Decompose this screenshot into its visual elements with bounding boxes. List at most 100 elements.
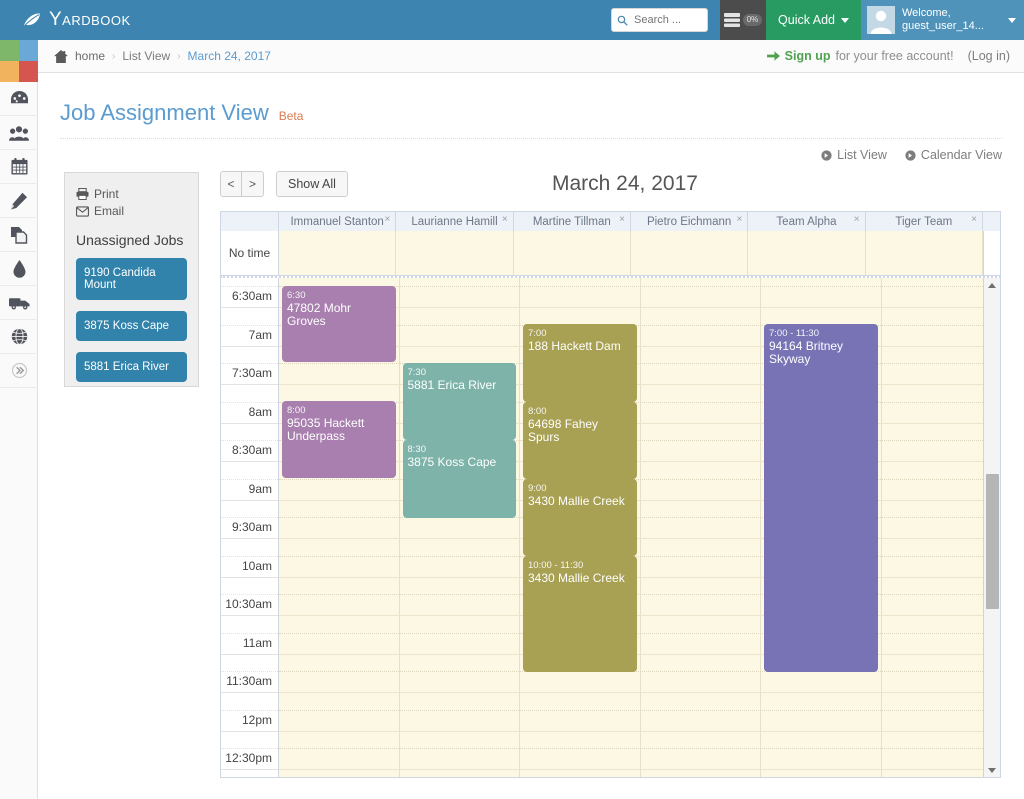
calendar-event[interactable]: 7:00 - 11:30 94164 Britney Skyway: [764, 324, 878, 672]
unassigned-job-item[interactable]: 9190 Candida Mount: [76, 258, 187, 300]
show-all-button[interactable]: Show All: [276, 171, 348, 197]
no-time-cell[interactable]: [865, 231, 983, 275]
no-time-cell[interactable]: [630, 231, 749, 275]
time-gutter: 6:30am 7am 7:30am 8am 8:30am 9am 9:30am 10am 10:…: [221, 278, 279, 777]
scroll-down-button[interactable]: [984, 763, 1000, 777]
calendar-event[interactable]: 8:30 3875 Koss Cape: [402, 440, 516, 518]
metrics-indicator[interactable]: 0%: [720, 0, 767, 40]
calendar-icon: [10, 158, 28, 175]
sidebar-item-irrigation[interactable]: [0, 252, 38, 286]
brand-name: Yardbook: [49, 9, 131, 30]
close-icon[interactable]: ×: [971, 214, 977, 225]
scrollbar-thumb[interactable]: [986, 474, 999, 609]
calendar-event[interactable]: 6:30 47802 Mohr Groves: [282, 286, 396, 362]
top-bar-right-group: 0% Quick Add Welcome, guest_user_14...: [611, 0, 1024, 40]
calendar-column[interactable]: [400, 278, 520, 777]
calendar-event[interactable]: 8:00 64698 Fahey Spurs: [523, 402, 637, 479]
column-header-pietro-eichmann[interactable]: Pietro Eichmann ×: [631, 212, 749, 231]
calendar-event[interactable]: 10:00 - 11:30 3430 Mallie Creek: [523, 556, 637, 672]
no-time-cell[interactable]: [396, 231, 514, 275]
email-action[interactable]: Email: [76, 204, 187, 218]
event-time: 9:00: [528, 483, 547, 494]
no-time-cell[interactable]: [748, 231, 866, 275]
sidebar-item-dashboard[interactable]: [0, 82, 38, 116]
prev-day-button[interactable]: <: [220, 171, 242, 197]
breadcrumb-item-list-view[interactable]: List View: [122, 49, 170, 63]
close-icon[interactable]: ×: [384, 214, 390, 225]
search-box[interactable]: [611, 8, 709, 32]
gridline: [221, 730, 278, 732]
close-icon[interactable]: ×: [619, 214, 625, 225]
page-header: Job Assignment View Beta: [38, 73, 1024, 126]
user-menu[interactable]: Welcome, guest_user_14...: [861, 0, 1024, 40]
no-time-cell[interactable]: [279, 231, 397, 275]
sidebar-item-expand[interactable]: [0, 354, 38, 388]
breadcrumb-home[interactable]: home: [75, 49, 105, 63]
calendar-event[interactable]: 9:00 3430 Mallie Creek: [523, 479, 637, 556]
event-time: 7:30: [407, 367, 427, 378]
calendar-event[interactable]: 8:00 95035 Hackett Underpass: [282, 401, 396, 478]
left-icon-rail: [0, 40, 38, 799]
breadcrumb: home › List View › March 24, 2017: [54, 49, 271, 63]
calendar-column[interactable]: [641, 278, 761, 777]
time-tick: 7am: [248, 327, 272, 342]
brand-logo[interactable]: Yardbook: [22, 9, 131, 31]
event-title: 3875 Koss Cape: [407, 455, 497, 469]
column-header-laurianne-hamill[interactable]: Laurianne Hamill ×: [396, 212, 514, 231]
chevron-down-icon: [1008, 17, 1016, 23]
welcome-greeting: Welcome,: [902, 7, 951, 19]
scroll-up-button[interactable]: [984, 278, 1000, 292]
breadcrumb-item-current[interactable]: March 24, 2017: [188, 49, 271, 63]
unassigned-job-item[interactable]: 5881 Erica River: [76, 352, 187, 382]
sidebar-item-web[interactable]: [0, 320, 38, 354]
time-tick: 8:30am: [231, 443, 272, 457]
sidebar-item-customers[interactable]: [0, 116, 38, 150]
print-action[interactable]: Print: [76, 187, 187, 201]
column-header-team-alpha[interactable]: Team Alpha ×: [748, 212, 866, 231]
calendar-vertical-scrollbar[interactable]: [983, 278, 1000, 777]
column-header-martine-tillman[interactable]: Martine Tillman ×: [514, 212, 631, 231]
gridline: [221, 517, 278, 518]
calendar-event[interactable]: 7:30 5881 Erica River: [402, 363, 516, 440]
sign-up-link[interactable]: Sign up: [785, 49, 831, 63]
column-header-label: Laurianne Hamill: [411, 215, 498, 228]
gridline: [221, 401, 278, 403]
logo-tile-green: [0, 40, 19, 61]
gridline: [221, 692, 278, 693]
time-tick: 12:30pm: [225, 751, 272, 765]
gridline: [221, 384, 278, 385]
quick-add-button[interactable]: Quick Add: [766, 0, 861, 40]
close-icon[interactable]: ×: [736, 214, 742, 225]
close-icon[interactable]: ×: [854, 214, 860, 225]
sidebar-item-estimates[interactable]: [0, 184, 38, 218]
home-icon[interactable]: [54, 49, 68, 63]
print-label: Print: [94, 187, 119, 201]
calendar-columns[interactable]: 6:30 47802 Mohr Groves 8:00 95035 Hackett U…: [279, 278, 983, 777]
column-header-immanuel-stanton[interactable]: Immanuel Stanton ×: [279, 212, 397, 231]
gridline: [221, 709, 278, 711]
app-logo-tiles[interactable]: [0, 40, 38, 82]
list-view-link[interactable]: List View: [821, 148, 887, 162]
next-day-button[interactable]: >: [242, 171, 264, 197]
calendar-event[interactable]: 7:00 188 Hackett Dam: [523, 324, 637, 402]
column-header-tiger-team[interactable]: Tiger Team ×: [866, 212, 983, 231]
progress-percent: 0%: [742, 14, 763, 26]
no-time-row: No time: [220, 231, 1001, 276]
user-silhouette-icon: [870, 10, 892, 34]
sidebar-item-equipment[interactable]: [0, 286, 38, 320]
no-time-cell[interactable]: [513, 231, 631, 275]
search-input[interactable]: [632, 13, 703, 27]
time-tick: 9:30am: [231, 520, 272, 534]
event-title: 47802 Mohr Groves: [287, 301, 352, 328]
logo-tile-red: [19, 61, 38, 82]
close-icon[interactable]: ×: [502, 214, 508, 225]
sidebar-item-documents[interactable]: [0, 218, 38, 252]
calendar-view-link[interactable]: Calendar View: [905, 148, 1002, 162]
gridline: [221, 286, 278, 287]
sidebar-item-calendar[interactable]: [0, 150, 38, 184]
calendar-header-row: Immanuel Stanton × Laurianne Hamill × Ma…: [220, 211, 1001, 231]
unassigned-job-item[interactable]: 3875 Koss Cape: [76, 311, 187, 341]
account-cta: Sign up for your free account! (Log in): [766, 49, 1010, 63]
log-in-link[interactable]: (Log in): [968, 49, 1010, 63]
globe-icon: [11, 328, 27, 345]
